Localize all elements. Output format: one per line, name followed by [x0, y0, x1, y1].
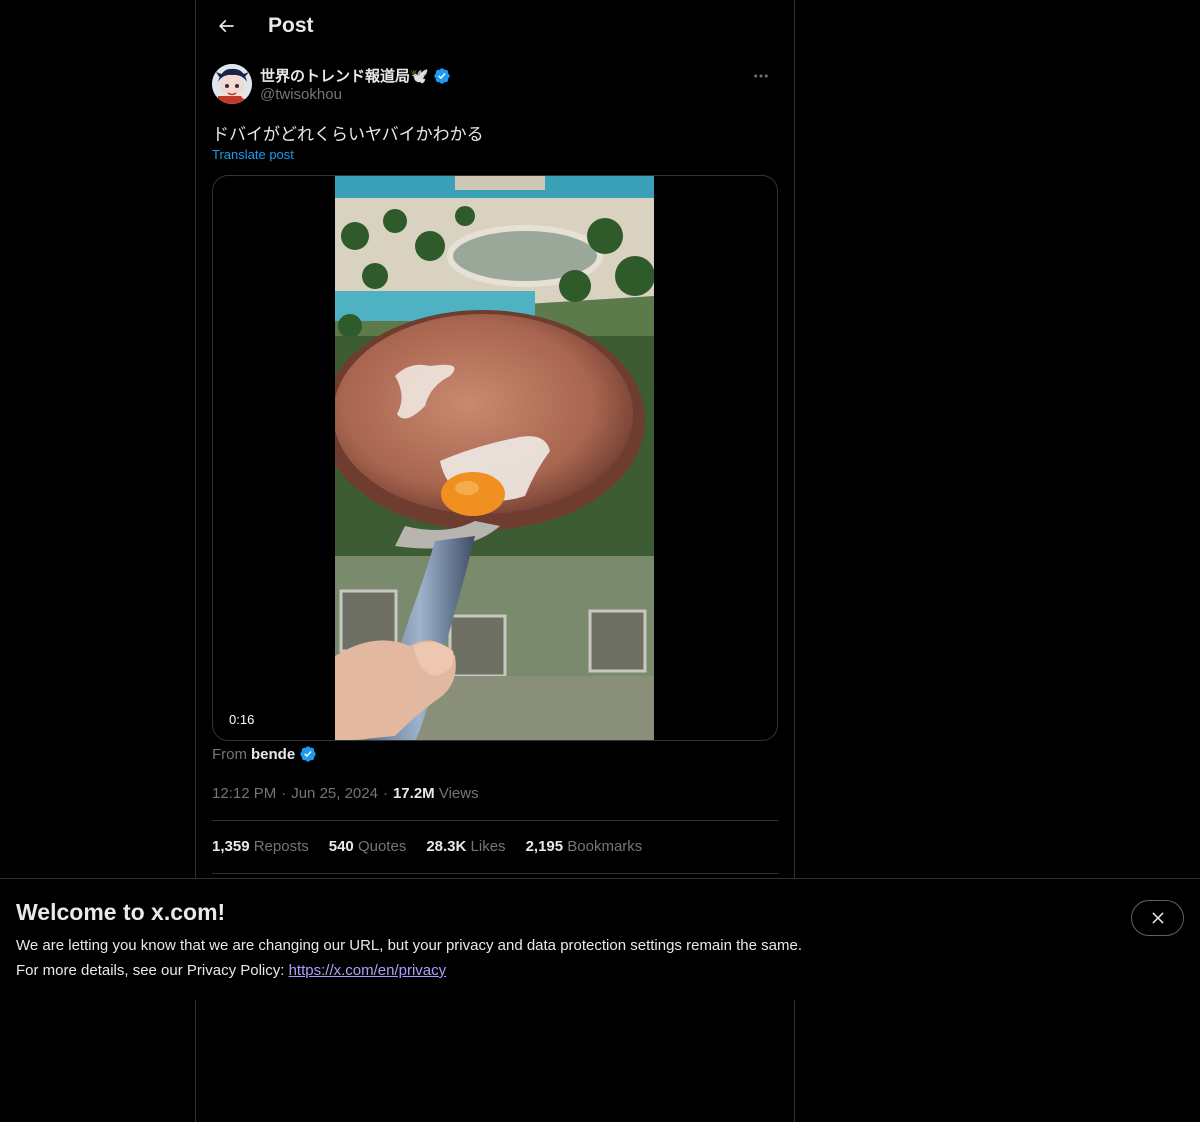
- reposts-stat[interactable]: 1,359 Reposts: [212, 838, 309, 855]
- privacy-policy-link[interactable]: https://x.com/en/privacy: [289, 962, 447, 979]
- banner-close-button[interactable]: [1131, 900, 1184, 936]
- arrow-left-icon: [218, 19, 234, 33]
- quotes-label: Quotes: [357, 838, 407, 855]
- welcome-banner: Welcome to x.com! We are letting you kno…: [0, 878, 1200, 1000]
- post-header: Post: [196, 0, 794, 53]
- display-name[interactable]: 世界のトレンド報道局🕊️: [260, 65, 429, 86]
- engagement-stats: 1,359 Reposts 540 Quotes 28.3K Likes 2,1…: [212, 838, 642, 855]
- divider: [212, 820, 778, 821]
- quotes-count: 540: [328, 838, 354, 855]
- likes-count: 28.3K: [426, 838, 467, 855]
- post-time[interactable]: 12:12 PM: [212, 785, 276, 802]
- post-author: 世界のトレンド報道局🕊️ @twisokhou: [212, 64, 778, 108]
- bookmarks-count: 2,195: [525, 838, 564, 855]
- reposts-label: Reposts: [253, 838, 309, 855]
- reposts-count: 1,359: [212, 838, 250, 855]
- bookmarks-label: Bookmarks: [567, 838, 643, 855]
- bookmarks-stat[interactable]: 2,195 Bookmarks: [526, 838, 643, 855]
- from-label: From: [212, 745, 247, 763]
- page-title: Post: [268, 14, 314, 37]
- verified-badge-icon: [434, 67, 450, 84]
- quotes-stat[interactable]: 540 Quotes: [329, 838, 407, 855]
- back-button[interactable]: [208, 8, 244, 44]
- close-icon: [1151, 912, 1164, 924]
- banner-privacy-line: For more details, see our Privacy Policy…: [16, 962, 446, 979]
- author-handle[interactable]: @twisokhou: [260, 86, 342, 103]
- verified-badge-icon: [300, 746, 316, 762]
- display-name-row[interactable]: 世界のトレンド報道局🕊️: [260, 65, 451, 86]
- views-label: Views: [438, 785, 479, 802]
- likes-stat[interactable]: 28.3K Likes: [426, 838, 505, 855]
- banner-title: Welcome to x.com!: [16, 899, 226, 925]
- views-count: 17.2M: [392, 785, 435, 802]
- avatar[interactable]: [212, 64, 252, 104]
- video-player[interactable]: 0:16: [212, 175, 778, 741]
- separator-dot: ·: [281, 785, 287, 802]
- likes-label: Likes: [470, 838, 506, 855]
- source-account-link[interactable]: bende: [251, 746, 295, 763]
- video-duration: 0:16: [225, 711, 259, 728]
- source-attribution: From bende: [212, 745, 317, 763]
- translate-post-link[interactable]: Translate post: [212, 147, 294, 162]
- post-text: ドバイがどれくらいヤバイかわかる: [212, 125, 484, 145]
- video-thumbnail: [335, 176, 654, 740]
- post-date[interactable]: Jun 25, 2024: [291, 785, 378, 802]
- banner-privacy-prefix: For more details, see our Privacy Policy…: [16, 962, 289, 979]
- post-metadata: 12:12 PM · Jun 25, 2024 · 17.2M Views: [212, 785, 479, 802]
- banner-message: We are letting you know that we are chan…: [16, 937, 802, 954]
- more-horizontal-icon: [754, 74, 768, 78]
- separator-dot: ·: [382, 785, 388, 802]
- more-options-button[interactable]: [744, 64, 778, 88]
- divider: [212, 873, 778, 874]
